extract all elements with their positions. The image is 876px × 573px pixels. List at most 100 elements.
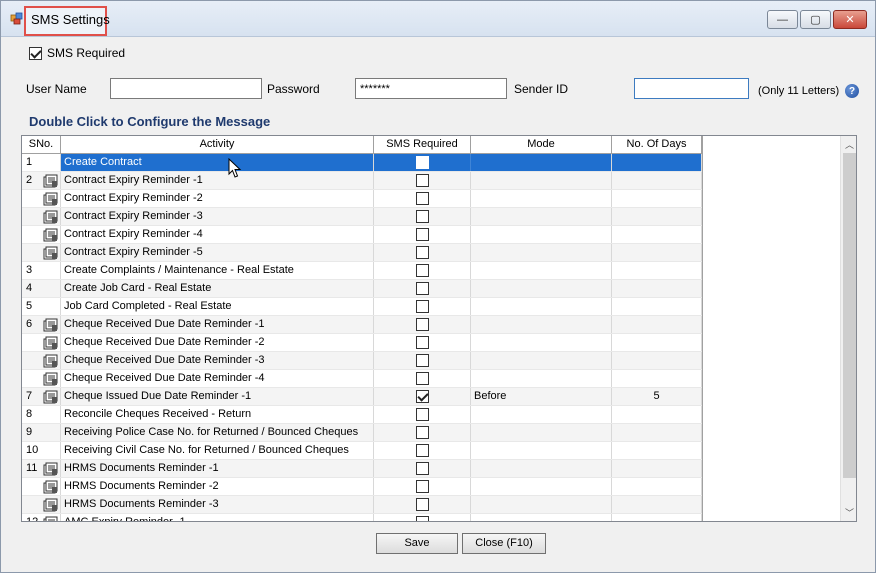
- cell-mode[interactable]: [471, 460, 612, 477]
- message-template-icon[interactable]: [43, 372, 59, 386]
- cell-mode[interactable]: [471, 226, 612, 243]
- cell-no-of-days[interactable]: [612, 208, 702, 225]
- cell-activity[interactable]: Contract Expiry Reminder -5: [61, 244, 374, 261]
- sms-required-row-checkbox[interactable]: [415, 192, 429, 205]
- cell-mode[interactable]: [471, 514, 612, 521]
- table-row[interactable]: Cheque Received Due Date Reminder -2: [22, 334, 702, 352]
- cell-no-of-days[interactable]: [612, 154, 702, 171]
- message-template-icon[interactable]: [43, 228, 59, 242]
- vertical-scrollbar[interactable]: ︿ ﹀: [840, 136, 856, 521]
- close-button[interactable]: Close (F10): [462, 533, 546, 554]
- sms-required-row-checkbox[interactable]: [415, 354, 429, 367]
- cell-no-of-days[interactable]: [612, 298, 702, 315]
- message-template-icon[interactable]: [43, 174, 59, 188]
- cell-activity[interactable]: Receiving Police Case No. for Returned /…: [61, 424, 374, 441]
- cell-no-of-days[interactable]: [612, 460, 702, 477]
- scroll-up-icon[interactable]: ︿: [841, 136, 856, 153]
- cell-mode[interactable]: [471, 352, 612, 369]
- scroll-down-icon[interactable]: ﹀: [841, 504, 856, 521]
- message-template-icon[interactable]: [43, 318, 59, 332]
- table-row[interactable]: Cheque Received Due Date Reminder -4: [22, 370, 702, 388]
- cell-mode[interactable]: [471, 172, 612, 189]
- sms-required-row-checkbox[interactable]: [415, 372, 429, 385]
- sms-required-row-checkbox[interactable]: [415, 300, 429, 313]
- cell-no-of-days[interactable]: [612, 316, 702, 333]
- cell-no-of-days[interactable]: [612, 424, 702, 441]
- table-row[interactable]: 3 Create Complaints / Maintenance - Real …: [22, 262, 702, 280]
- table-row[interactable]: 9 Receiving Police Case No. for Returned …: [22, 424, 702, 442]
- column-header-activity[interactable]: Activity: [61, 136, 374, 153]
- table-row[interactable]: 12 AMC Expiry Reminder -1: [22, 514, 702, 521]
- message-template-icon[interactable]: [43, 390, 59, 404]
- minimize-button[interactable]: —: [767, 10, 798, 29]
- sms-required-row-checkbox[interactable]: [415, 516, 429, 521]
- cell-activity[interactable]: Cheque Issued Due Date Reminder -1: [61, 388, 374, 405]
- password-input[interactable]: [355, 78, 507, 99]
- cell-mode[interactable]: [471, 298, 612, 315]
- maximize-button[interactable]: ▢: [800, 10, 831, 29]
- message-template-icon[interactable]: [43, 354, 59, 368]
- cell-activity[interactable]: Receiving Civil Case No. for Returned / …: [61, 442, 374, 459]
- cell-activity[interactable]: HRMS Documents Reminder -3: [61, 496, 374, 513]
- sms-required-row-checkbox[interactable]: [415, 408, 429, 421]
- column-header-no-of-days[interactable]: No. Of Days: [612, 136, 702, 153]
- cell-mode[interactable]: [471, 154, 612, 171]
- cell-activity[interactable]: Reconcile Cheques Received - Return: [61, 406, 374, 423]
- cell-activity[interactable]: Cheque Received Due Date Reminder -4: [61, 370, 374, 387]
- sms-required-row-checkbox[interactable]: [415, 444, 429, 457]
- cell-activity[interactable]: Contract Expiry Reminder -4: [61, 226, 374, 243]
- cell-no-of-days[interactable]: [612, 172, 702, 189]
- sender-id-input[interactable]: [634, 78, 749, 99]
- cell-mode[interactable]: [471, 442, 612, 459]
- message-template-icon[interactable]: [43, 336, 59, 350]
- cell-activity[interactable]: AMC Expiry Reminder -1: [61, 514, 374, 521]
- cell-activity[interactable]: Cheque Received Due Date Reminder -2: [61, 334, 374, 351]
- sms-required-row-checkbox[interactable]: [415, 156, 429, 169]
- table-row[interactable]: Contract Expiry Reminder -3: [22, 208, 702, 226]
- table-row[interactable]: Contract Expiry Reminder -2: [22, 190, 702, 208]
- sms-required-row-checkbox[interactable]: [415, 462, 429, 475]
- cell-activity[interactable]: Create Job Card - Real Estate: [61, 280, 374, 297]
- cell-no-of-days[interactable]: [612, 514, 702, 521]
- message-template-icon[interactable]: [43, 516, 59, 521]
- message-template-icon[interactable]: [43, 210, 59, 224]
- cell-activity[interactable]: Contract Expiry Reminder -2: [61, 190, 374, 207]
- column-header-mode[interactable]: Mode: [471, 136, 612, 153]
- table-row[interactable]: 7 Cheque Issued Due Date Reminder -1 Befor…: [22, 388, 702, 406]
- table-row[interactable]: 5 Job Card Completed - Real Estate: [22, 298, 702, 316]
- cell-no-of-days[interactable]: [612, 442, 702, 459]
- sms-required-row-checkbox[interactable]: [415, 246, 429, 259]
- table-row[interactable]: 8 Reconcile Cheques Received - Return: [22, 406, 702, 424]
- message-template-icon[interactable]: [43, 192, 59, 206]
- title-bar[interactable]: SMS Settings — ▢ ✕: [1, 1, 875, 37]
- table-row[interactable]: HRMS Documents Reminder -2: [22, 478, 702, 496]
- cell-no-of-days[interactable]: [612, 406, 702, 423]
- cell-mode[interactable]: [471, 424, 612, 441]
- cell-no-of-days[interactable]: [612, 226, 702, 243]
- cell-activity[interactable]: Cheque Received Due Date Reminder -3: [61, 352, 374, 369]
- cell-no-of-days[interactable]: [612, 370, 702, 387]
- sms-required-row-checkbox[interactable]: [415, 174, 429, 187]
- cell-no-of-days[interactable]: 5: [612, 388, 702, 405]
- sms-required-row-checkbox[interactable]: [415, 318, 429, 331]
- sms-required-checkbox[interactable]: [29, 46, 42, 60]
- table-row[interactable]: 6 Cheque Received Due Date Reminder -1: [22, 316, 702, 334]
- sms-required-row-checkbox[interactable]: [415, 498, 429, 511]
- cell-no-of-days[interactable]: [612, 244, 702, 261]
- cell-mode[interactable]: [471, 496, 612, 513]
- cell-mode[interactable]: [471, 334, 612, 351]
- cell-activity[interactable]: Cheque Received Due Date Reminder -1: [61, 316, 374, 333]
- message-template-icon[interactable]: [43, 498, 59, 512]
- cell-mode[interactable]: [471, 262, 612, 279]
- cell-activity[interactable]: Contract Expiry Reminder -1: [61, 172, 374, 189]
- cell-mode[interactable]: [471, 478, 612, 495]
- cell-no-of-days[interactable]: [612, 280, 702, 297]
- sms-required-row-checkbox[interactable]: [415, 228, 429, 241]
- cell-mode[interactable]: [471, 280, 612, 297]
- help-icon[interactable]: ?: [845, 84, 859, 98]
- sms-required-row-checkbox[interactable]: [415, 282, 429, 295]
- table-row[interactable]: Cheque Received Due Date Reminder -3: [22, 352, 702, 370]
- activity-grid[interactable]: SNo. Activity SMS Required Mode No. Of D…: [21, 135, 857, 522]
- cell-activity[interactable]: HRMS Documents Reminder -1: [61, 460, 374, 477]
- message-template-icon[interactable]: [43, 462, 59, 476]
